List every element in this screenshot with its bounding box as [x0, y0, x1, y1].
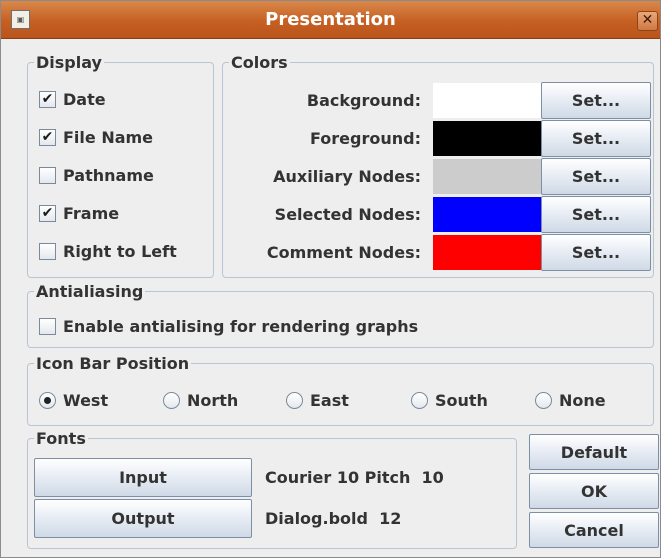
- auxiliary-nodes-set-button[interactable]: Set...: [541, 158, 651, 195]
- radio-north[interactable]: North: [163, 391, 238, 410]
- icon-bar-position-group: Icon Bar Position: [27, 354, 654, 426]
- cancel-button[interactable]: Cancel: [529, 512, 659, 548]
- date-checkbox[interactable]: ✔ Date: [39, 90, 106, 109]
- output-font-button[interactable]: Output: [34, 499, 252, 538]
- antialiasing-checkbox[interactable]: Enable antialising for rendering graphs: [39, 317, 418, 336]
- foreground-swatch: [433, 121, 541, 156]
- radio-west[interactable]: West: [39, 391, 108, 410]
- radio-north-label: North: [187, 391, 239, 410]
- auxiliary-nodes-label: Auxiliary Nodes:: [273, 167, 421, 186]
- title-bar[interactable]: ▣ Presentation ✕: [1, 1, 660, 39]
- background-label: Background:: [306, 91, 421, 110]
- pathname-label: Pathname: [63, 166, 154, 185]
- input-font-button[interactable]: Input: [34, 458, 252, 497]
- date-label: Date: [63, 90, 106, 109]
- radio-none-dot[interactable]: [535, 392, 552, 409]
- ok-button[interactable]: OK: [529, 473, 659, 509]
- comment-nodes-swatch: [433, 235, 541, 270]
- selected-nodes-set-button[interactable]: Set...: [541, 196, 651, 233]
- radio-south-dot[interactable]: [411, 392, 428, 409]
- right-to-left-checkbox-box[interactable]: [39, 243, 56, 260]
- radio-east[interactable]: East: [286, 391, 349, 410]
- selected-nodes-swatch: [433, 197, 541, 232]
- file-name-checkbox[interactable]: ✔ File Name: [39, 128, 153, 147]
- radio-none[interactable]: None: [535, 391, 606, 410]
- right-to-left-checkbox[interactable]: Right to Left: [39, 242, 177, 261]
- radio-east-label: East: [310, 391, 349, 410]
- pathname-checkbox-box[interactable]: [39, 167, 56, 184]
- comment-nodes-set-button[interactable]: Set...: [541, 234, 651, 271]
- radio-west-dot[interactable]: [39, 392, 56, 409]
- fonts-legend: Fonts: [36, 429, 86, 448]
- background-swatch: [433, 83, 541, 118]
- foreground-set-button[interactable]: Set...: [541, 120, 651, 157]
- radio-north-dot[interactable]: [163, 392, 180, 409]
- antialiasing-legend: Antialiasing: [36, 282, 144, 301]
- input-font-value: Courier 10 Pitch 10: [265, 468, 444, 487]
- icon-bar-position-legend: Icon Bar Position: [36, 354, 190, 373]
- default-button[interactable]: Default: [529, 434, 659, 470]
- antialiasing-label: Enable antialising for rendering graphs: [63, 317, 419, 336]
- auxiliary-nodes-swatch: [433, 159, 541, 194]
- radio-south[interactable]: South: [411, 391, 488, 410]
- radio-south-label: South: [435, 391, 488, 410]
- frame-checkbox-box[interactable]: ✔: [39, 205, 56, 222]
- pathname-checkbox[interactable]: Pathname: [39, 166, 154, 185]
- file-name-label: File Name: [63, 128, 154, 147]
- background-set-button[interactable]: Set...: [541, 82, 651, 119]
- file-name-checkbox-box[interactable]: ✔: [39, 129, 56, 146]
- selected-nodes-label: Selected Nodes:: [274, 205, 421, 224]
- close-icon[interactable]: ✕: [637, 11, 658, 31]
- antialiasing-checkbox-box[interactable]: [39, 318, 56, 335]
- radio-none-label: None: [559, 391, 606, 410]
- window-title: Presentation: [265, 9, 396, 30]
- display-legend: Display: [36, 53, 102, 72]
- colors-legend: Colors: [231, 53, 288, 72]
- date-checkbox-box[interactable]: ✔: [39, 91, 56, 108]
- radio-west-label: West: [63, 391, 109, 410]
- right-to-left-label: Right to Left: [63, 242, 177, 261]
- frame-label: Frame: [63, 204, 120, 223]
- radio-east-dot[interactable]: [286, 392, 303, 409]
- foreground-label: Foreground:: [310, 129, 421, 148]
- antialiasing-group: Antialiasing: [27, 282, 654, 348]
- comment-nodes-label: Comment Nodes:: [266, 243, 421, 262]
- frame-checkbox[interactable]: ✔ Frame: [39, 204, 119, 223]
- presentation-dialog: ▣ Presentation ✕ Display ✔ Date ✔ File N…: [0, 0, 661, 558]
- output-font-value: Dialog.bold 12: [265, 509, 402, 528]
